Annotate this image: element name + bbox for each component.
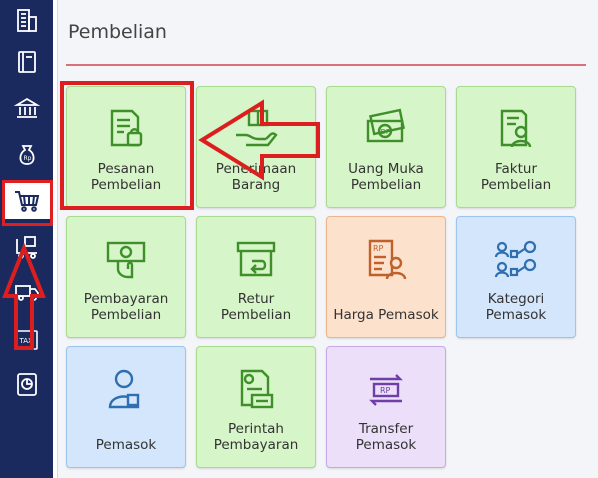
report-icon	[17, 373, 37, 396]
sidebar-item-tax[interactable]: TAX	[8, 322, 46, 358]
sidebar-item-fixed-assets[interactable]	[8, 273, 46, 309]
supplier-price-icon-text: RP	[373, 244, 384, 253]
supplier-transfer-icon: RP	[362, 365, 410, 413]
tile-label: Penerimaan Barang	[215, 161, 297, 193]
return-icon	[232, 235, 280, 283]
tile-label: Perintah Pembayaran	[213, 421, 299, 453]
down-payment-icon-text: DP	[381, 128, 391, 136]
down-payment-icon: DP	[362, 105, 410, 153]
tile-label: Uang Muka Pembelian	[348, 161, 424, 193]
truck-icon	[15, 285, 39, 301]
tile-penerimaan-barang[interactable]: Penerimaan Barang	[196, 86, 316, 208]
tile-pesanan-pembelian[interactable]: Pesanan Pembelian	[66, 86, 186, 208]
shopping-cart-icon	[15, 191, 40, 212]
tax-icon: TAX	[16, 330, 38, 350]
sidebar-item-sales[interactable]: Rp	[8, 136, 46, 172]
tile-pembayaran-pembelian[interactable]: Pembayaran Pembelian	[66, 216, 186, 338]
payment-icon	[102, 235, 150, 283]
sidebar-item-reports[interactable]	[8, 366, 46, 402]
building-icon	[17, 9, 37, 32]
money-bag-icon: Rp	[19, 145, 35, 165]
tile-pemasok[interactable]: Pemasok	[66, 346, 186, 468]
tax-icon-text: TAX	[19, 337, 34, 345]
sidebar-item-bank[interactable]	[8, 90, 46, 126]
payment-order-icon	[232, 365, 280, 413]
tile-label: Retur Pembelian	[220, 291, 292, 323]
title-divider	[66, 64, 586, 66]
supplier-category-icon	[492, 235, 540, 283]
sidebar-item-ledger[interactable]	[8, 44, 46, 80]
order-icon	[102, 105, 150, 153]
tile-perintah-pembayaran[interactable]: Perintah Pembayaran	[196, 346, 316, 468]
tile-transfer-pemasok[interactable]: RP Transfer Pemasok	[326, 346, 446, 468]
tile-label: Transfer Pemasok	[355, 421, 417, 453]
book-icon	[18, 51, 36, 73]
sidebar-item-purchase[interactable]	[2, 183, 52, 219]
delivery-icon	[16, 236, 37, 259]
receive-goods-icon	[232, 105, 280, 153]
tile-label: Pesanan Pembelian	[90, 161, 162, 193]
sidebar-item-inventory[interactable]	[8, 229, 46, 265]
invoice-icon	[492, 105, 540, 153]
tile-label: Kategori Pemasok	[485, 291, 547, 323]
supplier-icon	[102, 365, 150, 413]
tile-retur-pembelian[interactable]: Retur Pembelian	[196, 216, 316, 338]
tile-label: Pemasok	[95, 437, 157, 453]
tile-faktur-pembelian[interactable]: Faktur Pembelian	[456, 86, 576, 208]
supplier-transfer-icon-text: RP	[380, 386, 391, 395]
svg-text:Rp: Rp	[24, 155, 32, 162]
supplier-price-icon: RP	[362, 235, 410, 283]
page-title: Pembelian	[68, 21, 167, 43]
sidebar: Rp TAX	[0, 0, 53, 478]
tile-uang-muka-pembelian[interactable]: DP Uang Muka Pembelian	[326, 86, 446, 208]
tile-kategori-pemasok[interactable]: Kategori Pemasok	[456, 216, 576, 338]
tile-label: Pembayaran Pembelian	[83, 291, 169, 323]
tile-label: Harga Pemasok	[333, 307, 439, 323]
tile-harga-pemasok[interactable]: RP Harga Pemasok	[326, 216, 446, 338]
bank-icon	[13, 97, 41, 118]
tile-label: Faktur Pembelian	[480, 161, 552, 193]
sidebar-item-company[interactable]	[8, 2, 46, 38]
